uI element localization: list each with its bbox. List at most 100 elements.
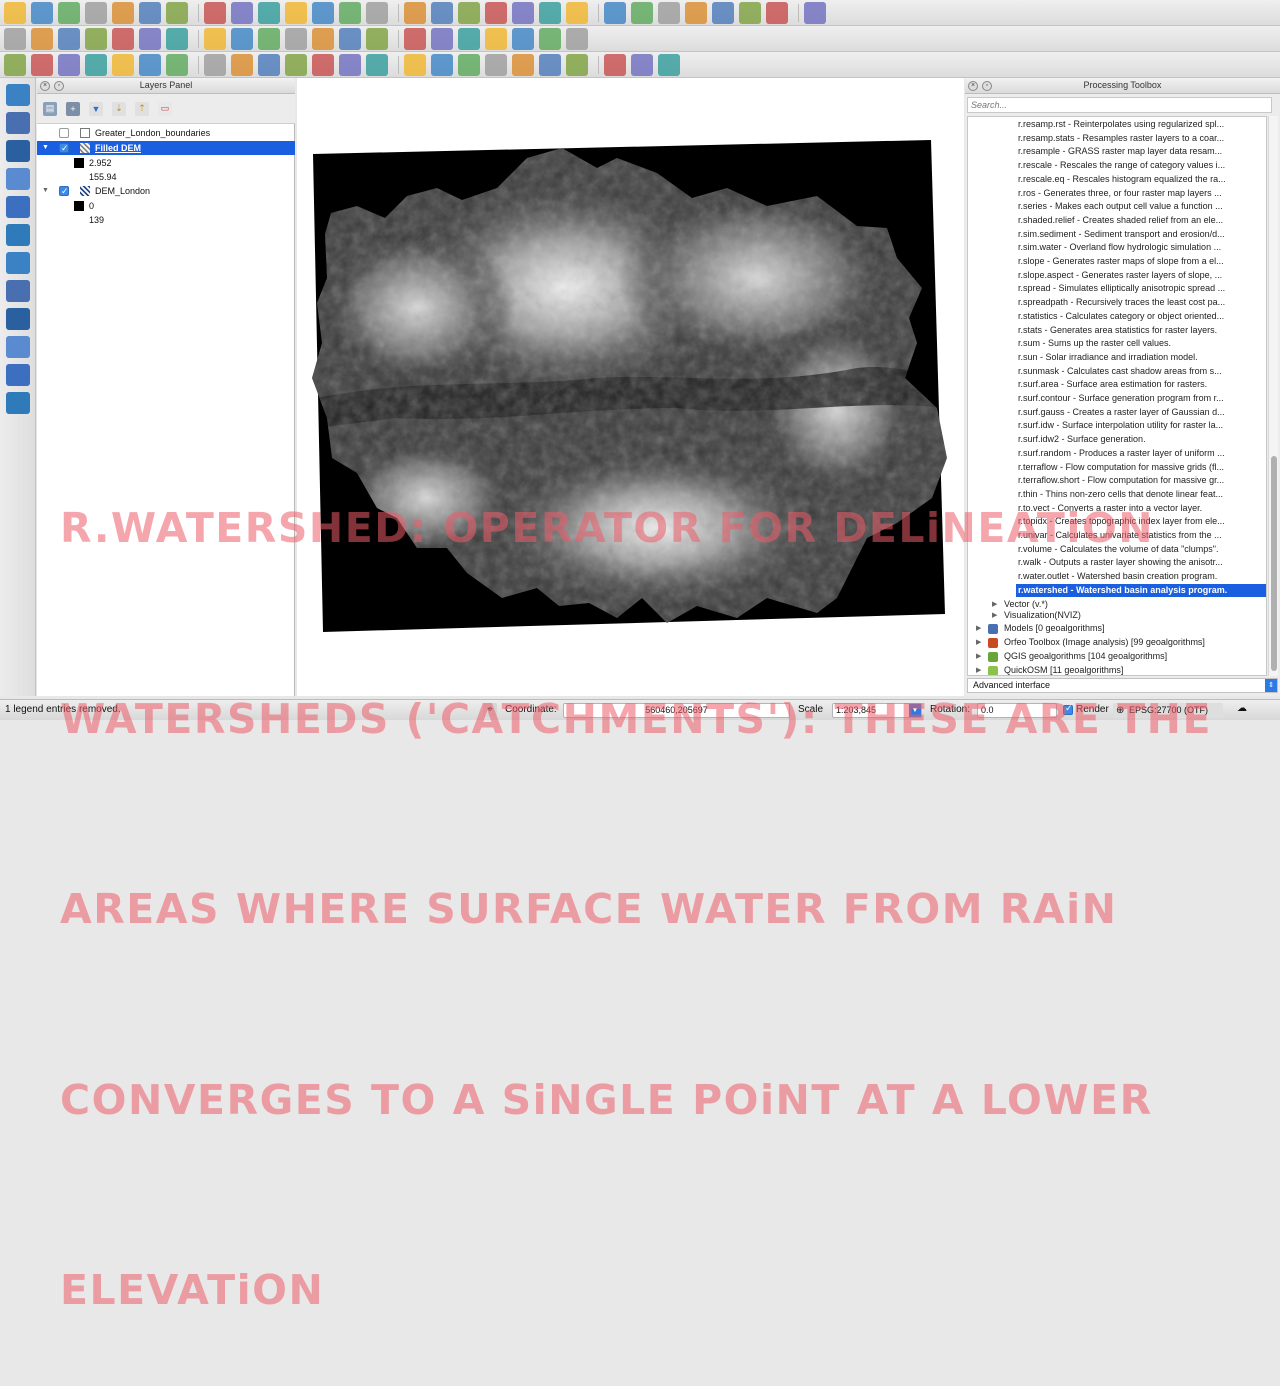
refresh-icon[interactable]	[458, 1, 480, 24]
zoom-in-icon[interactable]	[231, 1, 253, 24]
label-pin-icon[interactable]	[339, 27, 361, 50]
reshape-features-icon[interactable]	[285, 53, 307, 76]
delete-selected-icon[interactable]	[166, 27, 188, 50]
close-icon[interactable]: ×	[968, 81, 978, 91]
algorithm-item[interactable]: r.shaded.relief - Creates shaded relief …	[1018, 214, 1266, 228]
pan-icon[interactable]	[166, 1, 188, 24]
algorithm-item[interactable]: r.statistics - Calculates category or ob…	[1018, 310, 1266, 324]
zoom-to-selection-icon[interactable]	[339, 1, 361, 24]
chevron-updown-icon[interactable]: ⇕	[1265, 679, 1277, 692]
algorithm-item[interactable]: r.series - Makes each output cell value …	[1018, 200, 1266, 214]
collapse-arrow-icon[interactable]: ▼	[42, 141, 49, 155]
save-project-icon[interactable]	[58, 1, 80, 24]
python-console-icon[interactable]	[539, 27, 561, 50]
algorithm-item[interactable]: r.volume - Calculates the volume of data…	[1018, 543, 1266, 557]
move-feature-icon[interactable]	[112, 27, 134, 50]
runner-icon[interactable]	[604, 53, 626, 76]
scrollbar-thumb[interactable]	[1271, 456, 1277, 671]
expand-arrow-icon[interactable]: ▶	[976, 650, 981, 664]
rotation-field[interactable]: 0.0	[977, 703, 1057, 718]
expand-all-icon[interactable]: ⇣	[112, 101, 126, 116]
algorithm-item[interactable]: r.slope - Generates raster maps of slope…	[1018, 255, 1266, 269]
collapse-arrow-icon[interactable]: ▼	[42, 184, 49, 198]
add-part-icon[interactable]	[166, 53, 188, 76]
pointer-arrow-icon[interactable]	[5, 392, 30, 414]
algorithm-item[interactable]: r.thin - Thins non-zero cells that denot…	[1018, 488, 1266, 502]
chevron-down-icon[interactable]: ▼	[909, 704, 921, 717]
zoom-next-icon[interactable]	[431, 1, 453, 24]
camera-icon[interactable]	[631, 53, 653, 76]
select-features-icon[interactable]	[512, 1, 534, 24]
algorithm-item[interactable]: r.terraflow - Flow computation for massi…	[1018, 461, 1266, 475]
toggle-extents-icon[interactable]: ⌖	[483, 703, 497, 717]
layer-row-filled-dem[interactable]: ▼ Filled DEM	[37, 141, 295, 155]
algorithm-item[interactable]: r.watershed - Watershed basin analysis p…	[1016, 583, 1266, 598]
fill-ring-icon[interactable]	[204, 53, 226, 76]
plugin-icon[interactable]	[658, 53, 680, 76]
map-canvas[interactable]	[297, 78, 964, 696]
rotate-point-symbols-icon[interactable]	[85, 53, 107, 76]
node-tool-icon[interactable]	[139, 27, 161, 50]
label-highlight-icon[interactable]	[366, 27, 388, 50]
algorithm-item[interactable]: r.rescale.eq - Rescales histogram equali…	[1018, 173, 1266, 187]
zoom-native-icon[interactable]	[285, 1, 307, 24]
identify-icon[interactable]	[485, 1, 507, 24]
algorithm-item[interactable]: r.sim.water - Overland flow hydrologic s…	[1018, 241, 1266, 255]
add-ring-icon[interactable]	[139, 53, 161, 76]
float-icon[interactable]: ◦	[982, 81, 992, 91]
label-show-hide-icon[interactable]	[404, 27, 426, 50]
messages-icon[interactable]: ☁	[1234, 703, 1250, 717]
add-delimited-text-icon[interactable]	[5, 308, 30, 330]
algorithm-item[interactable]: r.surf.gauss - Creates a raster layer of…	[1018, 406, 1266, 420]
algorithm-item[interactable]: r.rescale - Rescales the range of catego…	[1018, 159, 1266, 173]
help-icon[interactable]	[766, 1, 788, 24]
simplify-feature-icon[interactable]	[112, 53, 134, 76]
refresh-circle-icon[interactable]	[485, 53, 507, 76]
algorithm-item[interactable]: r.resamp.rst - Reinterpolates using regu…	[1018, 118, 1266, 132]
merge-attributes-icon[interactable]	[431, 53, 453, 76]
interface-mode-select[interactable]: Advanced interface ⇕	[967, 678, 1278, 693]
add-spatialite-layer-icon[interactable]	[5, 168, 30, 190]
zoom-out-icon[interactable]	[258, 1, 280, 24]
coordinate-field[interactable]: 560460,205697	[563, 703, 790, 718]
new-vector-layer-icon[interactable]	[5, 336, 30, 358]
layer-visibility-checkbox[interactable]	[59, 141, 69, 155]
bookmark-icon[interactable]	[712, 1, 734, 24]
algorithm-item[interactable]: r.spreadpath - Recursively traces the le…	[1018, 296, 1266, 310]
paste-features-icon[interactable]	[258, 27, 280, 50]
zoom-last-icon[interactable]	[404, 1, 426, 24]
algorithm-item[interactable]: r.walk - Outputs a raster layer showing …	[1018, 556, 1266, 570]
algorithm-item[interactable]: r.slope.aspect - Generates raster layers…	[1018, 269, 1266, 283]
copy-features-icon[interactable]	[231, 27, 253, 50]
algorithm-item[interactable]: r.sun - Solar irradiance and irradiation…	[1018, 351, 1266, 365]
algorithm-item[interactable]: r.spread - Simulates elliptically anisot…	[1018, 282, 1266, 296]
algorithm-item[interactable]: r.surf.contour - Surface generation prog…	[1018, 392, 1266, 406]
text-annotation-icon[interactable]	[739, 1, 761, 24]
layer-row-dem-london[interactable]: ▼ DEM_London	[37, 184, 295, 198]
label-icon[interactable]	[312, 27, 334, 50]
label-rotate-icon[interactable]	[458, 27, 480, 50]
algorithm-item[interactable]: r.sim.sediment - Sediment transport and …	[1018, 228, 1266, 242]
expand-arrow-icon[interactable]: ▶	[976, 622, 981, 636]
algorithm-item[interactable]: r.to.vect - Converts a raster into a vec…	[1018, 502, 1266, 516]
toggle-editing-icon[interactable]	[31, 27, 53, 50]
delete-part-icon[interactable]	[258, 53, 280, 76]
algorithm-item[interactable]: r.surf.area - Surface area estimation fo…	[1018, 378, 1266, 392]
add-raster-layer-icon[interactable]	[5, 112, 30, 134]
algorithm-item[interactable]: r.topidx - Creates topographic index lay…	[1018, 515, 1266, 529]
add-vector-layer-icon[interactable]	[5, 84, 30, 106]
algorithm-item[interactable]: r.surf.idw - Surface interpolation utili…	[1018, 419, 1266, 433]
split-parts-icon[interactable]	[366, 53, 388, 76]
expand-arrow-icon[interactable]: ▶	[976, 636, 981, 650]
algorithm-provider[interactable]: ▶ Orfeo Toolbox (Image analysis) [99 geoa…	[976, 636, 1205, 650]
xy-coordinates-icon[interactable]	[285, 27, 307, 50]
algorithm-item[interactable]: r.ros - Generates three, or four raster …	[1018, 187, 1266, 201]
algorithm-item[interactable]: r.resamp.stats - Resamples raster layers…	[1018, 132, 1266, 146]
algorithm-item[interactable]: r.surf.idw2 - Surface generation.	[1018, 433, 1266, 447]
undo-icon[interactable]	[31, 53, 53, 76]
open-layer-styling-icon[interactable]: ▤	[43, 101, 57, 116]
algorithm-item[interactable]: r.terraflow.short - Flow computation for…	[1018, 474, 1266, 488]
add-group-icon[interactable]: +	[66, 101, 80, 116]
expand-arrow-icon[interactable]: ▶	[976, 664, 981, 676]
rotate-feature-icon[interactable]	[458, 53, 480, 76]
